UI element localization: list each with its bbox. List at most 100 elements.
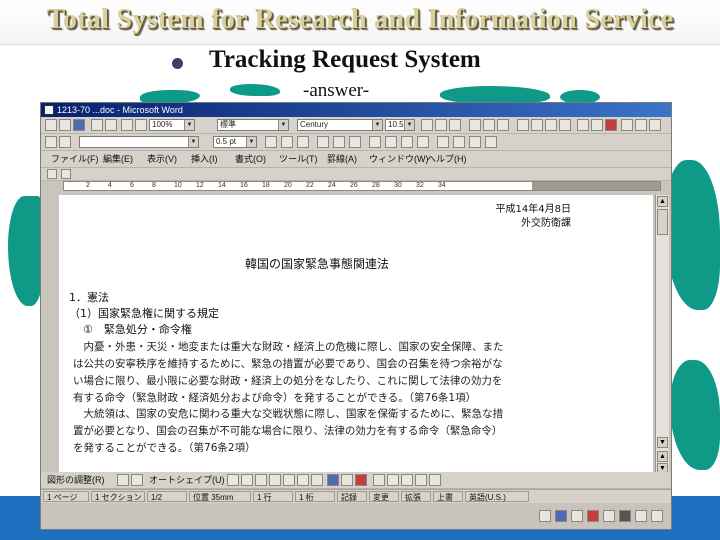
autoformat-icon[interactable] — [417, 136, 429, 148]
redo-icon[interactable] — [135, 119, 147, 131]
new-icon[interactable] — [45, 119, 57, 131]
bold-icon[interactable] — [421, 119, 433, 131]
insert-table-icon[interactable] — [317, 136, 329, 148]
select-objects-icon[interactable] — [117, 474, 129, 486]
status-pages: 1/2 — [147, 491, 187, 502]
highlight-icon[interactable] — [591, 119, 603, 131]
line-style-icon[interactable] — [373, 474, 385, 486]
oval-icon[interactable] — [269, 474, 281, 486]
font-select[interactable]: Century ▼ — [297, 119, 383, 131]
vertical-textbox-icon[interactable] — [297, 474, 309, 486]
shading-icon[interactable] — [297, 136, 309, 148]
ime-conversion-icon[interactable] — [571, 510, 583, 522]
enclosed-char-icon[interactable] — [635, 119, 647, 131]
ime-settings-icon[interactable] — [651, 510, 663, 522]
draw-menu[interactable]: 図形の調整(R) — [47, 474, 105, 486]
menu-help[interactable]: ヘルプ(H) — [427, 153, 467, 165]
align-center-icon[interactable] — [483, 119, 495, 131]
dash-style-icon[interactable] — [387, 474, 399, 486]
pin-icon[interactable] — [61, 169, 71, 179]
ime-help-icon[interactable] — [619, 510, 631, 522]
align-left-icon[interactable] — [469, 119, 481, 131]
sort-ascending-icon[interactable] — [453, 136, 465, 148]
menu-window[interactable]: ウィンドウ(W) — [369, 153, 429, 165]
word-app-icon[interactable] — [44, 105, 54, 115]
menu-insert[interactable]: 挿入(I) — [191, 153, 218, 165]
wordart-icon[interactable] — [311, 474, 323, 486]
document-page[interactable]: 平成14年4月8日 外交防衛課 韓国の国家緊急事態関連法 1．憲法 （1）国家緊… — [59, 195, 653, 477]
distribute-rows-icon[interactable] — [385, 136, 397, 148]
zoom-select[interactable]: 100% ▼ — [149, 119, 195, 131]
menu-view[interactable]: 表示(V) — [147, 153, 177, 165]
autoshapes-menu[interactable]: オートシェイプ(U) — [149, 474, 225, 486]
textbox-icon[interactable] — [283, 474, 295, 486]
arrow-style-icon[interactable] — [401, 474, 413, 486]
line-color-icon[interactable] — [341, 474, 353, 486]
ime-pad-icon[interactable] — [587, 510, 599, 522]
status-track[interactable]: 変更 — [369, 491, 399, 502]
status-overtype[interactable]: 上書 — [433, 491, 463, 502]
print-icon[interactable] — [91, 119, 103, 131]
autosum-icon[interactable] — [485, 136, 497, 148]
numbering-icon[interactable] — [517, 119, 529, 131]
underline-icon[interactable] — [449, 119, 461, 131]
border-icon[interactable] — [577, 119, 589, 131]
word-window[interactable]: 1213-70 ...doc - Microsoft Word 100% ▼ 標準… — [40, 102, 672, 530]
menu-tools[interactable]: ツール(T) — [279, 153, 318, 165]
scroll-thumb[interactable] — [657, 209, 668, 235]
draw-table-icon[interactable] — [45, 136, 57, 148]
drawing-font-color-icon[interactable] — [355, 474, 367, 486]
spellcheck-icon[interactable] — [105, 119, 117, 131]
rotate-icon[interactable] — [131, 474, 143, 486]
window-titlebar[interactable]: 1213-70 ...doc - Microsoft Word — [41, 103, 671, 117]
outside-border-icon[interactable] — [281, 136, 293, 148]
split-cells-icon[interactable] — [349, 136, 361, 148]
doc-section-heading: 1．憲法 — [69, 291, 109, 304]
menu-table[interactable]: 罫線(A) — [327, 153, 357, 165]
scroll-down-icon[interactable]: ▼ — [657, 437, 668, 448]
status-record[interactable]: 記録 — [337, 491, 367, 502]
bullets-icon[interactable] — [531, 119, 543, 131]
merge-cells-icon[interactable] — [333, 136, 345, 148]
previous-page-icon[interactable]: ▲ — [657, 451, 668, 462]
3d-icon[interactable] — [429, 474, 441, 486]
italic-icon[interactable] — [435, 119, 447, 131]
arrow-icon[interactable] — [241, 474, 253, 486]
tab-stop-icon[interactable] — [47, 169, 57, 179]
fill-color-icon[interactable] — [327, 474, 339, 486]
font-color-icon[interactable] — [605, 119, 617, 131]
rectangle-icon[interactable] — [255, 474, 267, 486]
horizontal-ruler[interactable]: 2 4 6 8 10 12 14 16 18 20 22 24 26 28 30… — [63, 181, 661, 191]
shadow-icon[interactable] — [415, 474, 427, 486]
menu-file[interactable]: ファイル(F) — [51, 153, 99, 165]
menu-edit[interactable]: 編集(E) — [103, 153, 133, 165]
save-icon[interactable] — [73, 119, 85, 131]
chevron-down-icon: ▼ — [246, 137, 256, 147]
undo-icon[interactable] — [121, 119, 133, 131]
vertical-scrollbar[interactable]: ▲ ▼ ▲ ▼ — [655, 195, 669, 477]
font-size-select[interactable]: 10.5 ▼ — [385, 119, 415, 131]
scroll-up-icon[interactable]: ▲ — [657, 196, 668, 207]
open-icon[interactable] — [59, 119, 71, 131]
ime-input-icon[interactable] — [555, 510, 567, 522]
ime-mode-icon[interactable] — [539, 510, 551, 522]
border-color-icon[interactable] — [265, 136, 277, 148]
eraser-icon[interactable] — [59, 136, 71, 148]
sort-descending-icon[interactable] — [469, 136, 481, 148]
character-border-icon[interactable] — [649, 119, 661, 131]
line-weight-select[interactable]: 0.5 pt ▼ — [213, 136, 257, 148]
distribute-columns-icon[interactable] — [401, 136, 413, 148]
ime-tools-icon[interactable] — [603, 510, 615, 522]
line-style-select[interactable]: ▼ — [79, 136, 199, 148]
ime-properties-icon[interactable] — [635, 510, 647, 522]
phonetic-icon[interactable] — [621, 119, 633, 131]
style-select[interactable]: 標準 ▼ — [217, 119, 289, 131]
indent-icon[interactable] — [545, 119, 557, 131]
align-top-icon[interactable] — [369, 136, 381, 148]
status-extend[interactable]: 拡張 — [401, 491, 431, 502]
menu-format[interactable]: 書式(O) — [235, 153, 266, 165]
line-icon[interactable] — [227, 474, 239, 486]
outdent-icon[interactable] — [559, 119, 571, 131]
text-direction-icon[interactable] — [437, 136, 449, 148]
align-right-icon[interactable] — [497, 119, 509, 131]
